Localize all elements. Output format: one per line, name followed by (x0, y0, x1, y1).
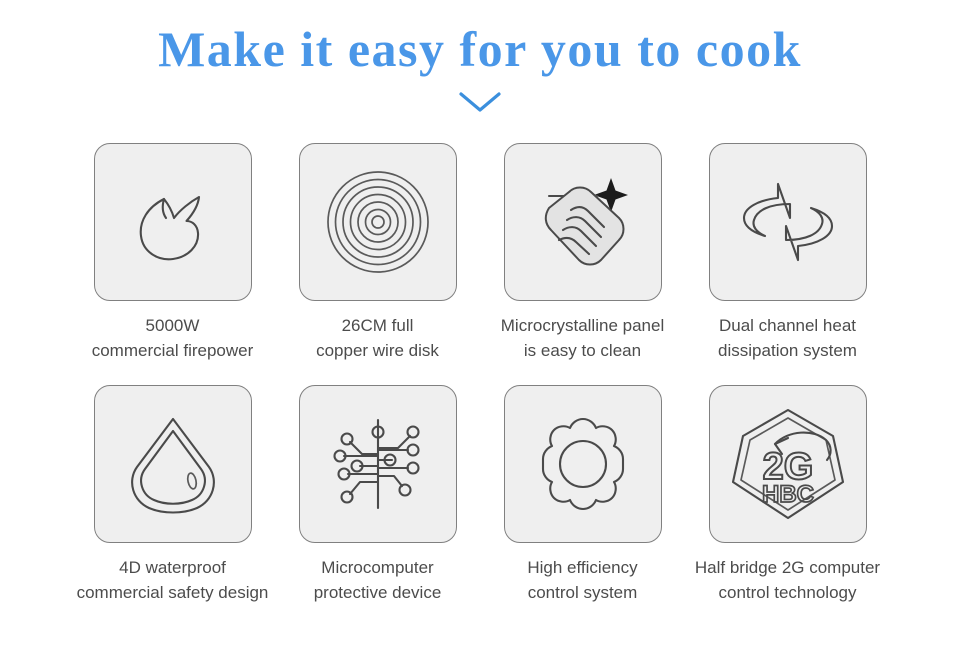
page-title: Make it easy for you to cook (158, 21, 802, 77)
feature-caption: 5000W commercial firepower (92, 314, 254, 363)
caption-line-1: 5000W (145, 316, 200, 335)
gear-cog-icon (541, 418, 624, 511)
heptagon-2g-hbc-badge-icon: 2G HBC (731, 409, 844, 520)
coil-spiral-icon (326, 171, 429, 273)
feature-item-half-bridge-2g[interactable]: 2G HBC Half bridge 2G computer control t… (685, 385, 890, 605)
feature-icon-tile (503, 385, 662, 544)
feature-icon-tile (298, 385, 457, 544)
feature-caption: Microcomputer protective device (314, 556, 442, 605)
caption-line-1: 26CM full (341, 316, 414, 335)
feature-caption: 4D waterproof commercial safety design (77, 556, 269, 605)
caption-line-2: is easy to clean (523, 340, 642, 360)
caption-line-1: Dual channel heat (718, 316, 857, 335)
feature-icon-tile (93, 143, 252, 301)
feature-caption: 26CM full copper wire disk (316, 314, 439, 363)
caption-line-2: commercial firepower (91, 340, 254, 360)
caption-line-2: protective device (313, 582, 442, 602)
caption-line-2: dissipation system (718, 340, 857, 360)
feature-row-1: 5000W commercial firepower 26CM full cop… (0, 143, 960, 363)
caption-line-2: copper wire disk (316, 340, 439, 360)
feature-item-control-system[interactable]: High efficiency control system (480, 385, 685, 605)
flame-icon (139, 195, 200, 261)
feature-item-copper-coil[interactable]: 26CM full copper wire disk (275, 143, 480, 363)
badge-secondary-text: HBC (762, 481, 814, 508)
feature-item-waterproof[interactable]: 4D waterproof commercial safety design (70, 385, 275, 605)
feature-grid: 5000W commercial firepower 26CM full cop… (0, 143, 960, 606)
feature-caption: High efficiency control system (527, 556, 637, 605)
feature-caption: Dual channel heat dissipation system (718, 314, 857, 363)
caption-line-1: 4D waterproof (119, 558, 226, 578)
water-droplet-icon (130, 418, 215, 514)
dual-circulation-arrows-icon (742, 182, 833, 262)
feature-icon-tile (503, 143, 662, 301)
circuit-board-icon (332, 419, 420, 510)
feature-caption: Half bridge 2G computer control technolo… (695, 556, 880, 605)
scroll-down-indicator[interactable] (0, 90, 960, 116)
feature-item-firepower[interactable]: 5000W commercial firepower (70, 143, 275, 363)
feature-icon-tile: 2G HBC (708, 385, 867, 544)
feature-item-microcomputer[interactable]: Microcomputer protective device (275, 385, 480, 605)
caption-line-1: Microcrystalline panel (500, 316, 665, 335)
caption-line-2: control technology (718, 582, 857, 602)
caption-line-1: Half bridge 2G computer (694, 558, 881, 578)
feature-caption: Microcrystalline panel is easy to clean (501, 314, 664, 363)
chevron-down-icon (459, 92, 501, 112)
feature-icon-tile (298, 143, 457, 301)
hand-wiping-cloth-sparkle-icon (544, 178, 628, 266)
feature-row-2: 4D waterproof commercial safety design M… (0, 385, 960, 605)
caption-line-1: High efficiency (527, 558, 638, 578)
feature-highlights-page: Make it easy for you to cook 5000W comme… (0, 0, 960, 665)
feature-icon-tile (93, 385, 252, 544)
caption-line-2: control system (527, 582, 638, 602)
caption-line-1: Microcomputer (321, 558, 434, 578)
feature-icon-tile (708, 143, 867, 301)
feature-item-heat-dissipation[interactable]: Dual channel heat dissipation system (685, 143, 890, 363)
caption-line-2: commercial safety design (76, 582, 269, 602)
feature-item-easy-clean[interactable]: Microcrystalline panel is easy to clean (480, 143, 685, 363)
